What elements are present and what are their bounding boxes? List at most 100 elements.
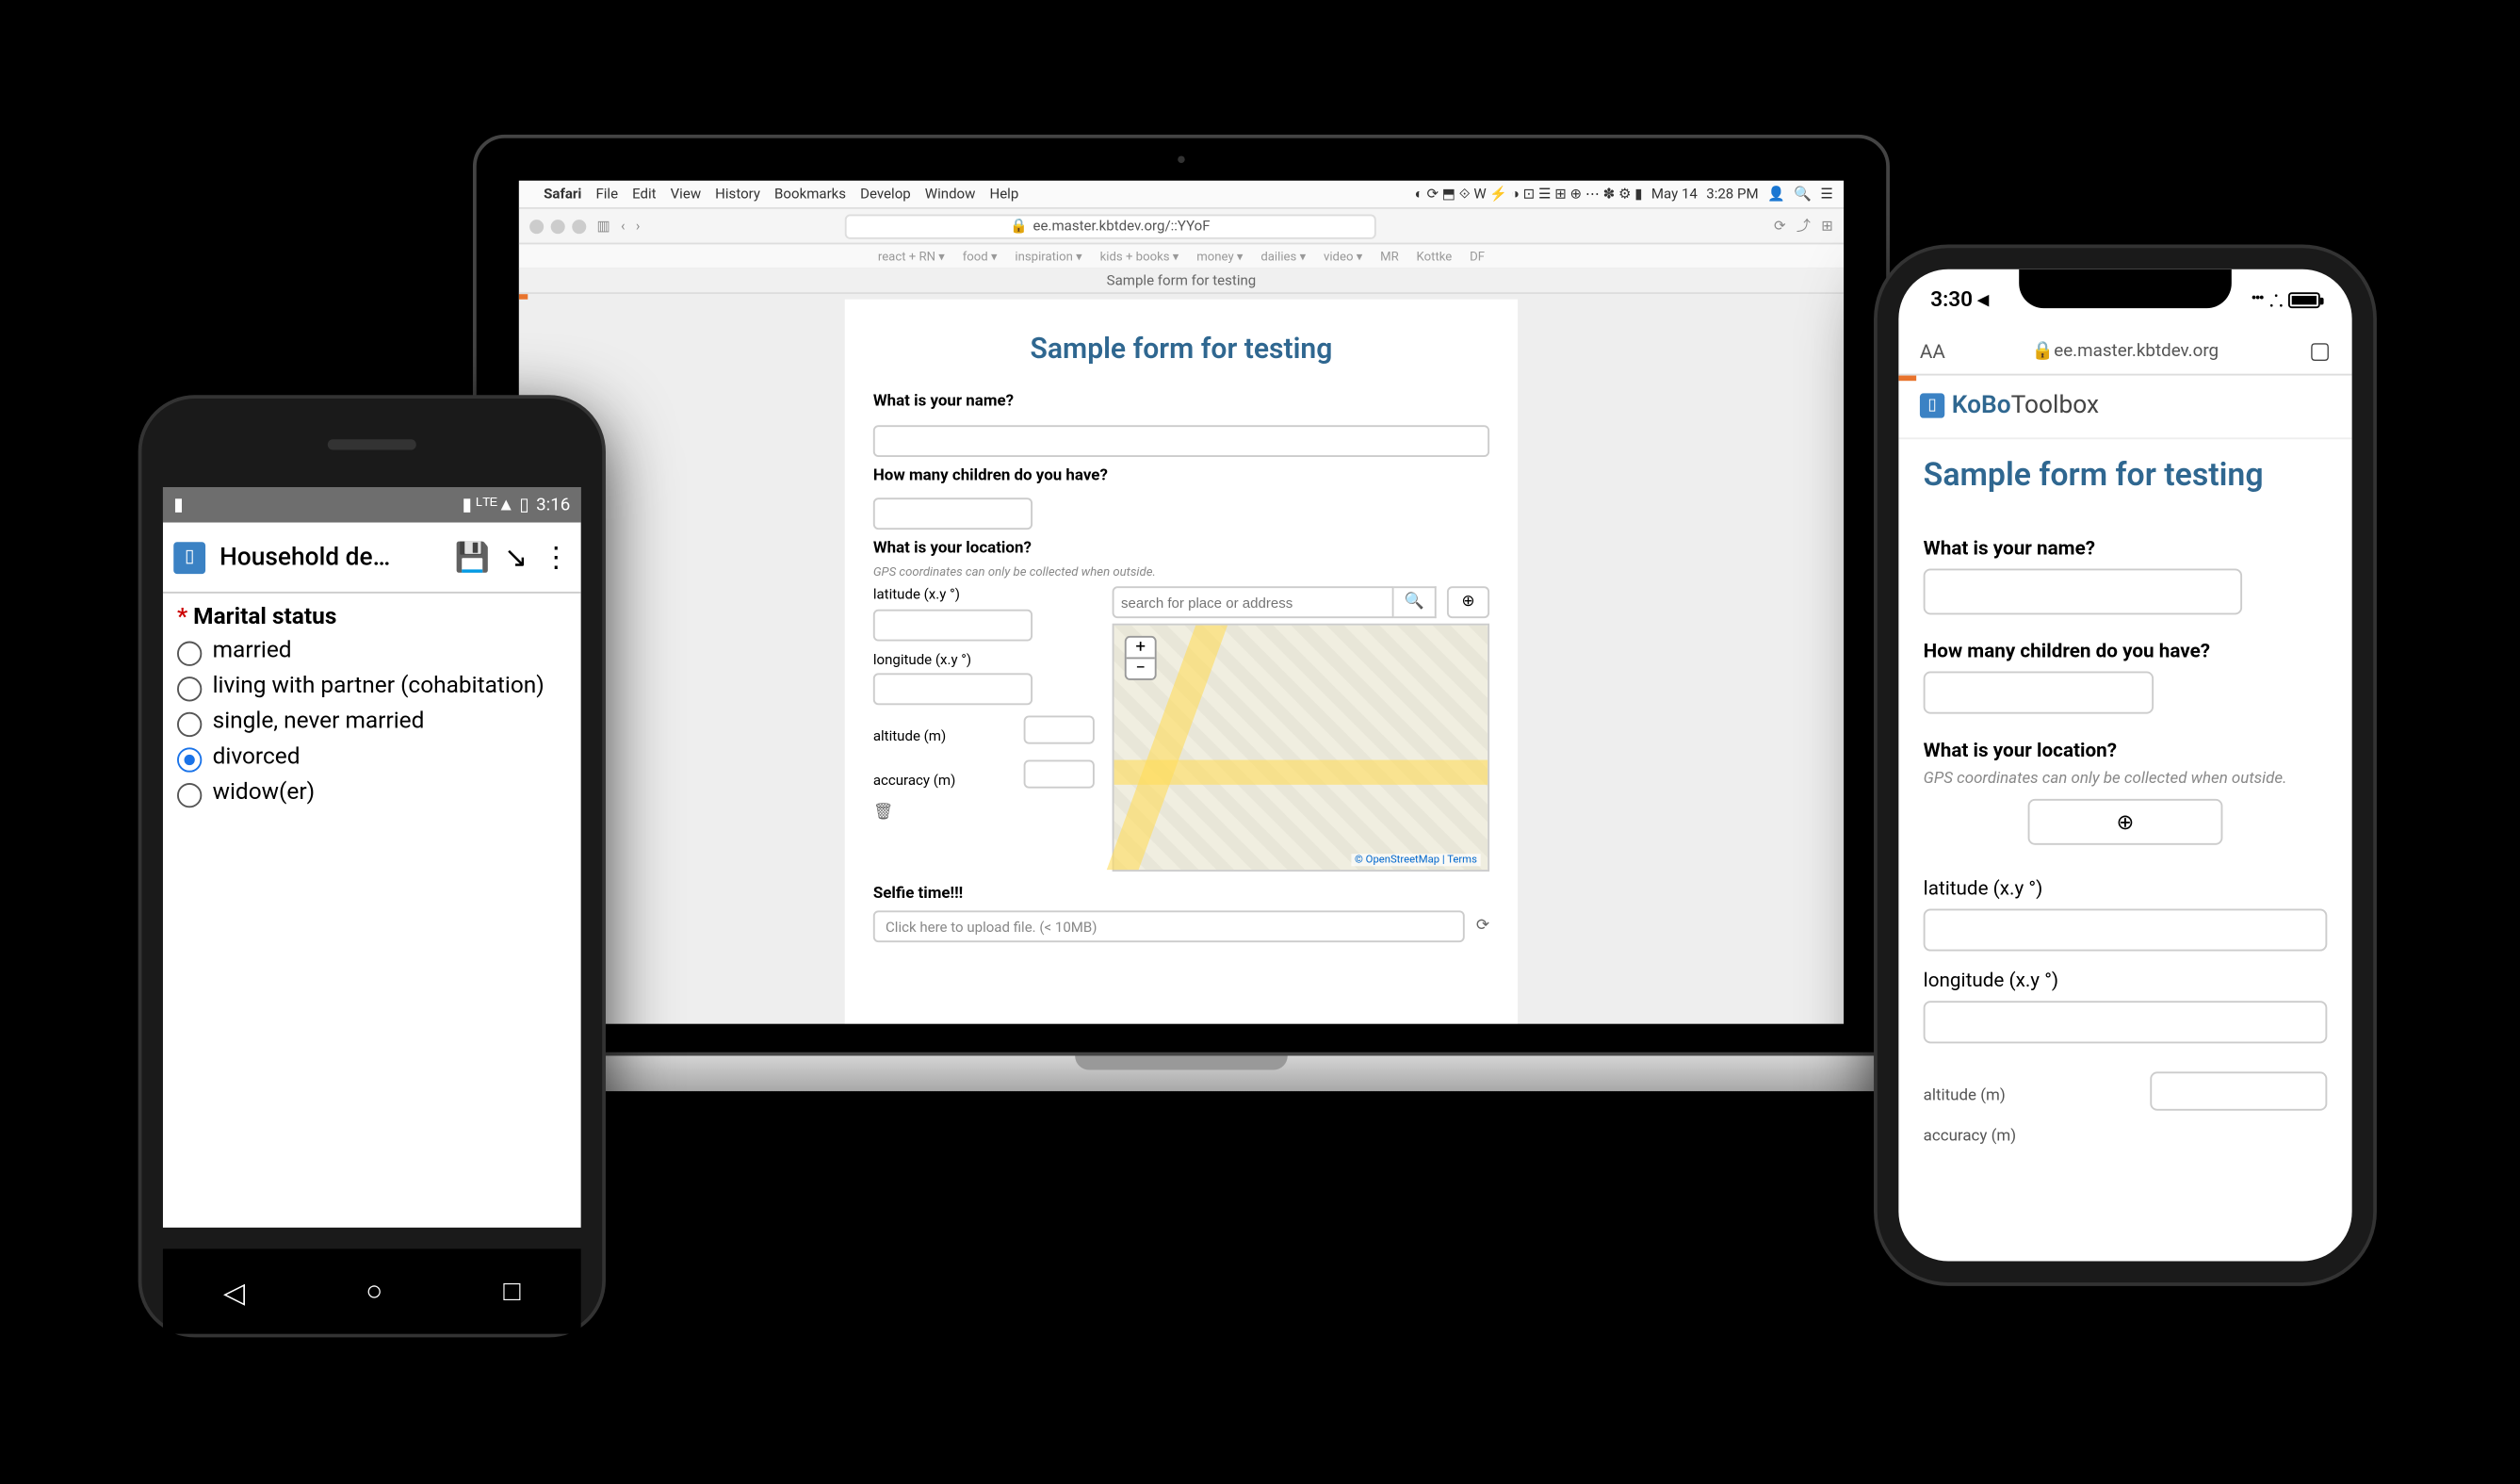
menu-app-name[interactable]: Safari [544,186,581,202]
page-content: Sample form for testing What is your nam… [519,294,1844,1024]
bookmark-icon[interactable]: ▢ [2309,338,2331,365]
favorite-item[interactable]: DF [1470,249,1485,263]
question-location-label: What is your location? [1924,739,2328,761]
reload-icon[interactable]: ⟳ [1774,218,1786,234]
forward-button-icon[interactable]: › [636,218,641,234]
favorite-item[interactable]: dailies ▾ [1260,249,1306,263]
gps-locate-button[interactable]: ⊕ [1447,586,1489,618]
zoom-out-button[interactable]: − [1127,659,1155,678]
children-input[interactable] [1924,672,2154,714]
radio-button-icon[interactable] [177,712,202,737]
radio-option[interactable]: living with partner (cohabitation) [177,670,567,706]
favorite-item[interactable]: food ▾ [963,249,998,263]
favorite-item[interactable]: video ▾ [1324,249,1362,263]
android-screen: ▮ ▮ ᴸᵀᴱ▲ ▯ 3:16 ▯ Household de… 💾 ↘ ⋮ * … [163,487,581,1228]
question-children-label: How many children do you have? [1924,640,2328,662]
menu-edit[interactable]: Edit [632,186,656,202]
radio-label: divorced [213,744,301,771]
radio-label: married [213,638,292,664]
reader-aa-icon[interactable]: AA [1920,340,1945,363]
name-input[interactable] [1924,568,2242,614]
favorite-item[interactable]: react + RN ▾ [878,249,945,263]
menu-window[interactable]: Window [925,186,976,202]
status-time: 3:16 [536,495,570,514]
favorite-item[interactable]: money ▾ [1196,249,1243,263]
favorite-item[interactable]: inspiration ▾ [1015,249,1081,263]
battery-icon [2288,291,2320,307]
children-stepper[interactable] [873,497,1032,530]
signal-icons: ▮ ᴸᵀᴱ▲ ▯ [462,495,528,514]
radio-button-icon[interactable] [177,642,202,666]
kobo-logo-icon: ▯ [1920,393,1944,417]
latitude-input[interactable] [1924,908,2328,951]
home-button[interactable]: ○ [366,1274,382,1310]
save-icon[interactable]: 💾 [455,540,490,574]
search-icon[interactable]: 🔍 [1794,186,1812,202]
location-hint: GPS coordinates can only be collected wh… [1924,771,2328,789]
longitude-label: longitude (x.y °) [873,651,1095,667]
lock-icon: 🔒 [1010,218,1028,234]
brand-toolbox: Toolbox [2011,391,2099,419]
menu-history[interactable]: History [715,186,760,202]
radio-option[interactable]: single, never married [177,705,567,741]
app-toolbar: ▯ Household de… 💾 ↘ ⋮ [163,523,581,594]
trash-icon[interactable]: 🗑 [873,805,1095,823]
window-controls[interactable] [529,219,586,233]
notifications-icon[interactable]: ☰ [1820,186,1832,202]
latitude-input[interactable] [873,609,1032,641]
back-button-icon[interactable]: ‹ [621,218,626,234]
radio-button-icon[interactable] [177,747,202,772]
status-time: 3:30 ◂ [1930,287,1989,312]
required-marker: * [177,604,193,630]
menu-help[interactable]: Help [989,186,1018,202]
android-status-bar: ▮ ▮ ᴸᵀᴱ▲ ▯ 3:16 [163,487,581,523]
latitude-label: latitude (x.y °) [873,586,1095,602]
recents-button[interactable]: □ [503,1274,520,1310]
map-widget[interactable]: + − © OpenStreetMap | Terms [1113,624,1489,872]
radio-button-icon[interactable] [177,783,202,807]
favorite-item[interactable]: MR [1380,249,1399,263]
favorite-item[interactable]: kids + books ▾ [1100,249,1179,263]
menubar-extras-icons: ◐ ⟳ ⬒ ⟐ W ⚡ ◑ ⊡ ☰ ⊞ ⊕ ⋯ ✽ ⚙ ▮ [1415,185,1643,203]
refresh-upload-icon[interactable]: ⟳ [1476,918,1489,936]
sidebar-toggle-icon[interactable]: ▥ [597,218,610,234]
radio-option[interactable]: widow(er) [177,775,567,811]
kobo-brand-header: ▯ KoBoToolbox [1898,381,2351,439]
page-content: ▯ KoBoToolbox Sample form for testing Wh… [1898,376,2351,1262]
jump-icon[interactable]: ↘ [504,540,528,574]
accuracy-input[interactable] [1024,760,1095,789]
question-label: Marital status [193,604,336,630]
overflow-menu-icon[interactable]: ⋮ [542,540,570,574]
menu-file[interactable]: File [595,186,618,202]
back-button[interactable]: ◁ [223,1275,245,1309]
radio-option[interactable]: married [177,634,567,670]
share-icon[interactable]: ⤴ [1797,216,1811,236]
name-input[interactable] [873,424,1489,456]
form-title: Sample form for testing [873,332,1489,366]
map-search-button[interactable]: 🔍 [1394,586,1437,618]
spotlight-icon[interactable]: 👤 [1767,186,1785,202]
zoom-in-button[interactable]: + [1127,638,1155,660]
favorite-item[interactable]: Kottke [1417,249,1453,263]
radio-option[interactable]: divorced [177,741,567,776]
tabs-icon[interactable]: ⊞ [1821,218,1833,234]
browser-tab[interactable]: Sample form for testing [519,269,1844,294]
url-text[interactable]: ee.master.kbtdev.org [2054,342,2219,362]
longitude-input[interactable] [873,673,1032,705]
file-upload-input[interactable]: Click here to upload file. (< 10MB) [873,910,1466,942]
altitude-input[interactable] [1024,716,1095,744]
radio-button-icon[interactable] [177,677,202,701]
menu-develop[interactable]: Develop [860,186,911,202]
url-bar[interactable]: 🔒 ee.master.kbtdev.org/::YYoF [844,214,1375,238]
longitude-input[interactable] [1924,1001,2328,1043]
map-attribution[interactable]: © OpenStreetMap | Terms [1351,854,1480,866]
map-search-input[interactable] [1113,586,1394,618]
accuracy-label: accuracy (m) [873,772,956,788]
menu-view[interactable]: View [671,186,702,202]
menubar-date: May 14 [1651,186,1698,202]
laptop-screen: Safari File Edit View History Bookmarks … [519,181,1844,1024]
menu-bookmarks[interactable]: Bookmarks [774,186,846,202]
altitude-input[interactable] [2150,1071,2327,1110]
altitude-label: altitude (m) [873,727,946,743]
gps-locate-button[interactable]: ⊕ [2028,799,2223,845]
